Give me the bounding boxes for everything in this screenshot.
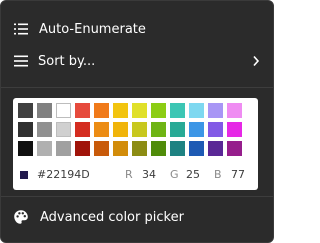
color-swatch[interactable] (113, 103, 128, 118)
color-swatch[interactable] (132, 122, 147, 137)
auto-enumerate-label: Auto-Enumerate (39, 21, 146, 37)
color-swatch[interactable] (94, 103, 109, 118)
color-swatch[interactable] (75, 103, 90, 118)
auto-enumerate-menu-item[interactable]: Auto-Enumerate (1, 14, 273, 44)
color-swatch[interactable] (94, 141, 109, 156)
color-swatch[interactable] (113, 141, 128, 156)
color-swatch[interactable] (189, 141, 204, 156)
green-channel-value: 25 (186, 168, 200, 181)
color-swatch[interactable] (113, 122, 128, 137)
advanced-color-picker-label: Advanced color picker (40, 209, 184, 225)
color-swatch[interactable] (151, 103, 166, 118)
color-swatch[interactable] (37, 103, 52, 118)
color-swatch[interactable] (37, 141, 52, 156)
menu-separator (1, 87, 273, 88)
red-channel-label: R (125, 168, 133, 181)
color-swatch-grid (18, 103, 242, 156)
color-swatch[interactable] (227, 122, 242, 137)
red-channel-value: 34 (142, 168, 156, 181)
color-swatch[interactable] (170, 122, 185, 137)
chevron-right-icon (249, 54, 263, 68)
color-swatch[interactable] (208, 122, 223, 137)
color-swatch[interactable] (56, 103, 71, 118)
color-swatch[interactable] (227, 103, 242, 118)
color-swatch[interactable] (132, 141, 147, 156)
palette-icon (13, 209, 29, 225)
color-swatch[interactable] (151, 122, 166, 137)
color-swatch[interactable] (56, 122, 71, 137)
menu-separator (1, 196, 273, 197)
color-swatch[interactable] (56, 141, 71, 156)
green-channel-label: G (170, 168, 179, 181)
current-color-readout: #22194D R 34 G 25 B 77 (20, 167, 256, 183)
color-swatch[interactable] (170, 141, 185, 156)
color-swatch[interactable] (189, 122, 204, 137)
context-menu: Auto-Enumerate Sort by... #22194D R 34 G… (0, 0, 274, 243)
color-swatch[interactable] (170, 103, 185, 118)
color-palette-panel: #22194D R 34 G 25 B 77 (13, 98, 258, 190)
color-swatch[interactable] (208, 141, 223, 156)
hamburger-lines-icon (13, 53, 29, 69)
color-swatch[interactable] (18, 122, 33, 137)
sort-by-menu-item[interactable]: Sort by... (1, 46, 273, 76)
color-swatch[interactable] (37, 122, 52, 137)
color-swatch[interactable] (151, 141, 166, 156)
numbered-list-icon (13, 21, 29, 37)
color-swatch[interactable] (208, 103, 223, 118)
advanced-color-picker-menu-item[interactable]: Advanced color picker (1, 202, 273, 232)
color-swatch[interactable] (18, 103, 33, 118)
blue-channel-label: B (214, 168, 222, 181)
color-swatch[interactable] (94, 122, 109, 137)
color-swatch[interactable] (75, 141, 90, 156)
current-color-hex: #22194D (37, 168, 90, 181)
color-swatch[interactable] (189, 103, 204, 118)
color-swatch[interactable] (75, 122, 90, 137)
color-swatch[interactable] (18, 141, 33, 156)
color-swatch[interactable] (227, 141, 242, 156)
sort-by-label: Sort by... (38, 53, 96, 69)
color-swatch[interactable] (132, 103, 147, 118)
current-color-swatch (20, 171, 28, 179)
blue-channel-value: 77 (231, 168, 245, 181)
